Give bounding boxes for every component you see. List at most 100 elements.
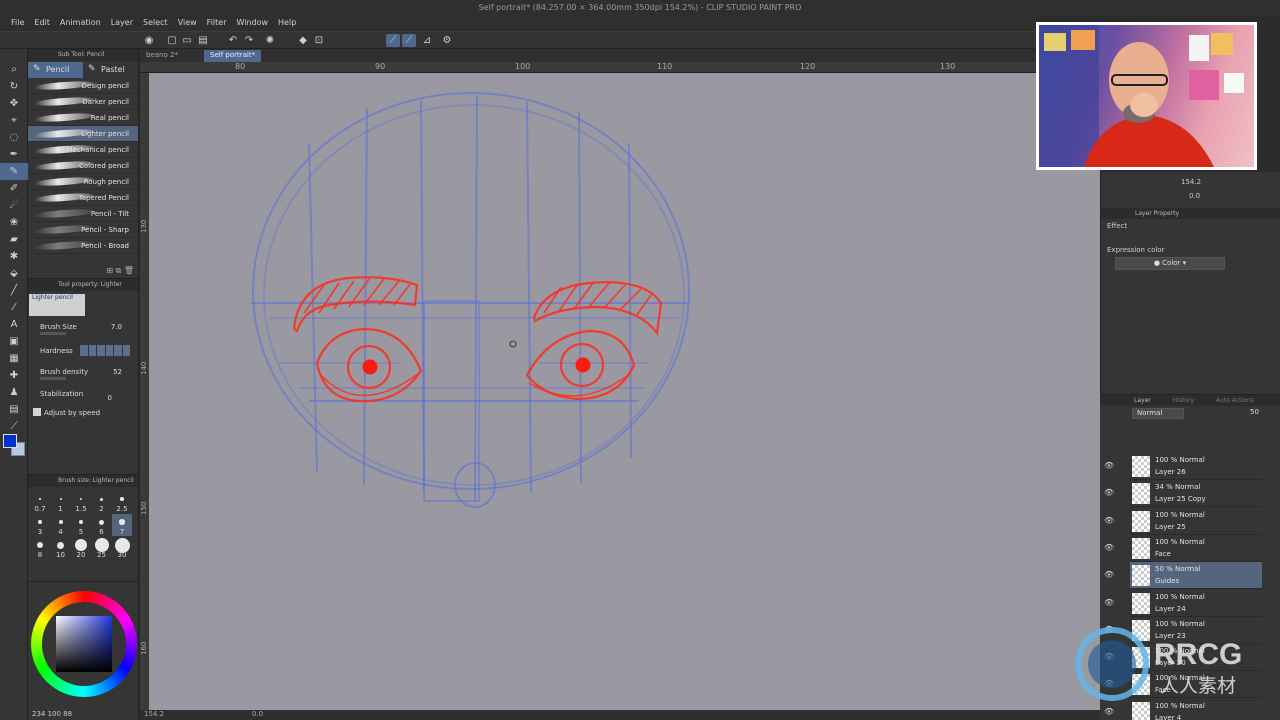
brush-size-preset[interactable]: 7	[112, 514, 132, 536]
layer-row[interactable]: 50 % Normal Guides	[1130, 562, 1262, 590]
eye-icon[interactable]: 👁	[1104, 570, 1114, 579]
stabilization-value[interactable]: 0	[108, 394, 112, 402]
layer-opacity-value[interactable]: 50	[1250, 408, 1259, 416]
tab-pastel[interactable]: ✎ Pastel	[83, 62, 138, 78]
layer-row[interactable]: 100 % Normal Layer 25	[1130, 508, 1262, 535]
figure-icon[interactable]: ✚	[0, 367, 28, 384]
fill-tool-icon[interactable]: ⬙	[0, 265, 28, 282]
brush-size-preset[interactable]: 1	[51, 491, 71, 513]
brush-tapered-pencil[interactable]: Tapered Pencil	[28, 190, 138, 206]
density-row[interactable]: Brush density 52	[40, 368, 132, 380]
layer-row[interactable]: 100 % Normal Layer 26	[1130, 453, 1262, 480]
tab-layer[interactable]: Layer	[1134, 397, 1151, 404]
brush-size-value[interactable]: 7.0	[111, 323, 122, 331]
eye-icon[interactable]: 👁	[1104, 543, 1114, 552]
brush-mechanical-pencil[interactable]: Mechanical pencil	[28, 142, 138, 158]
layer-row[interactable]: 34 % Normal Layer 25 Copy	[1130, 480, 1262, 508]
decoration-icon[interactable]: ❀	[0, 214, 28, 231]
eye-icon[interactable]: 👁	[1104, 488, 1114, 497]
fill-icon[interactable]: ◆	[296, 34, 310, 47]
tab-history[interactable]: History	[1173, 397, 1194, 404]
eye-icon[interactable]: 👁	[1104, 461, 1114, 470]
brush-size-preset[interactable]: 3	[30, 514, 50, 536]
drawing-canvas[interactable]	[149, 73, 1100, 710]
frame-icon[interactable]: ▣	[0, 333, 28, 350]
zoom-value[interactable]: 154.2	[144, 710, 164, 718]
brush-pencil-tilt[interactable]: Pencil - Tilt	[28, 206, 138, 222]
pencil-icon[interactable]: ✎	[0, 163, 28, 180]
blend-icon[interactable]: ✱	[0, 248, 28, 265]
brush-icon[interactable]: ✐	[0, 180, 28, 197]
brush-pencil-broad[interactable]: Pencil - Broad	[28, 238, 138, 254]
subtool-menu-icons[interactable]: ⊞ ⧉ 🗑	[106, 266, 134, 276]
brush-size-preset[interactable]: 6	[92, 514, 112, 536]
brush-lighter-pencil[interactable]: Lighter pencil	[28, 126, 138, 142]
brush-design-pencil[interactable]: Design pencil	[28, 78, 138, 94]
color-wheel[interactable]	[31, 591, 137, 697]
gradient-icon[interactable]: ▦	[0, 350, 28, 367]
brush-size-row[interactable]: Brush Size 7.0	[40, 323, 132, 335]
tab-auto-actions[interactable]: Auto Actions	[1216, 397, 1254, 404]
snap-grid-icon[interactable]: ⊿	[420, 34, 434, 47]
balloon-icon[interactable]: ♟	[0, 384, 28, 401]
airbrush-icon[interactable]: ☄	[0, 197, 28, 214]
rotate-icon[interactable]: ↻	[0, 78, 28, 95]
hardness-row[interactable]: Hardness	[40, 345, 132, 356]
transform-icon[interactable]: ⊡	[312, 34, 326, 47]
brush-size-preset[interactable]: 8	[30, 537, 50, 559]
open-file-icon[interactable]: ▭	[180, 34, 194, 47]
brush-colored-pencil[interactable]: Colored pencil	[28, 158, 138, 174]
lasso-icon[interactable]: ◌	[0, 129, 28, 146]
eye-icon[interactable]: 👁	[1104, 598, 1114, 607]
menu-layer[interactable]: Layer	[106, 16, 138, 31]
menu-filter[interactable]: Filter	[202, 16, 232, 31]
line-icon[interactable]: ╱	[0, 282, 28, 299]
snap-ruler-icon[interactable]: ⟋	[386, 34, 400, 47]
menu-view[interactable]: View	[173, 16, 202, 31]
layer-row[interactable]: 100 % Normal Face	[1130, 535, 1262, 562]
density-value[interactable]: 52	[113, 368, 122, 376]
brush-size-slider[interactable]	[40, 332, 66, 335]
snap-special-ruler-icon[interactable]: ⟋	[402, 34, 416, 47]
menu-help[interactable]: Help	[273, 16, 301, 31]
blend-mode-select[interactable]: Normal	[1132, 408, 1184, 419]
eraser-icon[interactable]: ▰	[0, 231, 28, 248]
save-icon[interactable]: ▤	[196, 34, 210, 47]
menu-select[interactable]: Select	[138, 16, 173, 31]
brush-size-preset[interactable]: 5	[71, 514, 91, 536]
angle-value[interactable]: 0.0	[252, 710, 263, 718]
stabilization-row[interactable]: Stabilization 0	[40, 390, 132, 402]
menu-animation[interactable]: Animation	[55, 16, 106, 31]
brush-rough-pencil[interactable]: Rough pencil	[28, 174, 138, 190]
brush-size-preset[interactable]: 0.7	[30, 491, 50, 513]
clip-studio-icon[interactable]: ◉	[142, 34, 156, 47]
new-file-icon[interactable]: ▢	[165, 34, 179, 47]
text-icon[interactable]: A	[0, 316, 28, 333]
brush-size-preset[interactable]: 10	[51, 537, 71, 559]
correct-line-icon[interactable]: ⟋	[0, 418, 28, 435]
menu-window[interactable]: Window	[231, 16, 273, 31]
pen-icon[interactable]: ✒	[0, 146, 28, 163]
navigator-angle[interactable]: 0.0	[1189, 192, 1200, 200]
doc-tab-self-portrait[interactable]: Self portrait*	[204, 50, 262, 62]
eye-icon[interactable]: 👁	[1104, 516, 1114, 525]
brush-size-preset[interactable]: 25	[92, 537, 112, 559]
brush-size-preset[interactable]: 20	[71, 537, 91, 559]
expression-color-select[interactable]: ● Color ▾	[1115, 257, 1225, 270]
loading-icon[interactable]: ✺	[263, 34, 277, 47]
brush-size-preset[interactable]: 2.5	[112, 491, 132, 513]
layer-row[interactable]: 100 % Normal Layer 24	[1130, 590, 1262, 617]
tab-pencil[interactable]: ✎ Pencil	[28, 62, 83, 78]
main-color-swatch[interactable]	[3, 434, 17, 448]
brush-size-preset[interactable]: 1.5	[71, 491, 91, 513]
brush-real-pencil[interactable]: Real pencil	[28, 110, 138, 126]
ruler-icon[interactable]: ▤	[0, 401, 28, 418]
brush-size-preset[interactable]: 30	[112, 537, 132, 559]
brush-size-preset[interactable]: 4	[51, 514, 71, 536]
eye-icon[interactable]: 👁	[1104, 707, 1114, 716]
brush-darker-pencil[interactable]: Darker pencil	[28, 94, 138, 110]
menu-edit[interactable]: Edit	[29, 16, 55, 31]
move-icon[interactable]: ✥	[0, 95, 28, 112]
doc-tab-beano[interactable]: beano 2*	[140, 50, 184, 62]
hardness-slider[interactable]	[80, 345, 130, 356]
